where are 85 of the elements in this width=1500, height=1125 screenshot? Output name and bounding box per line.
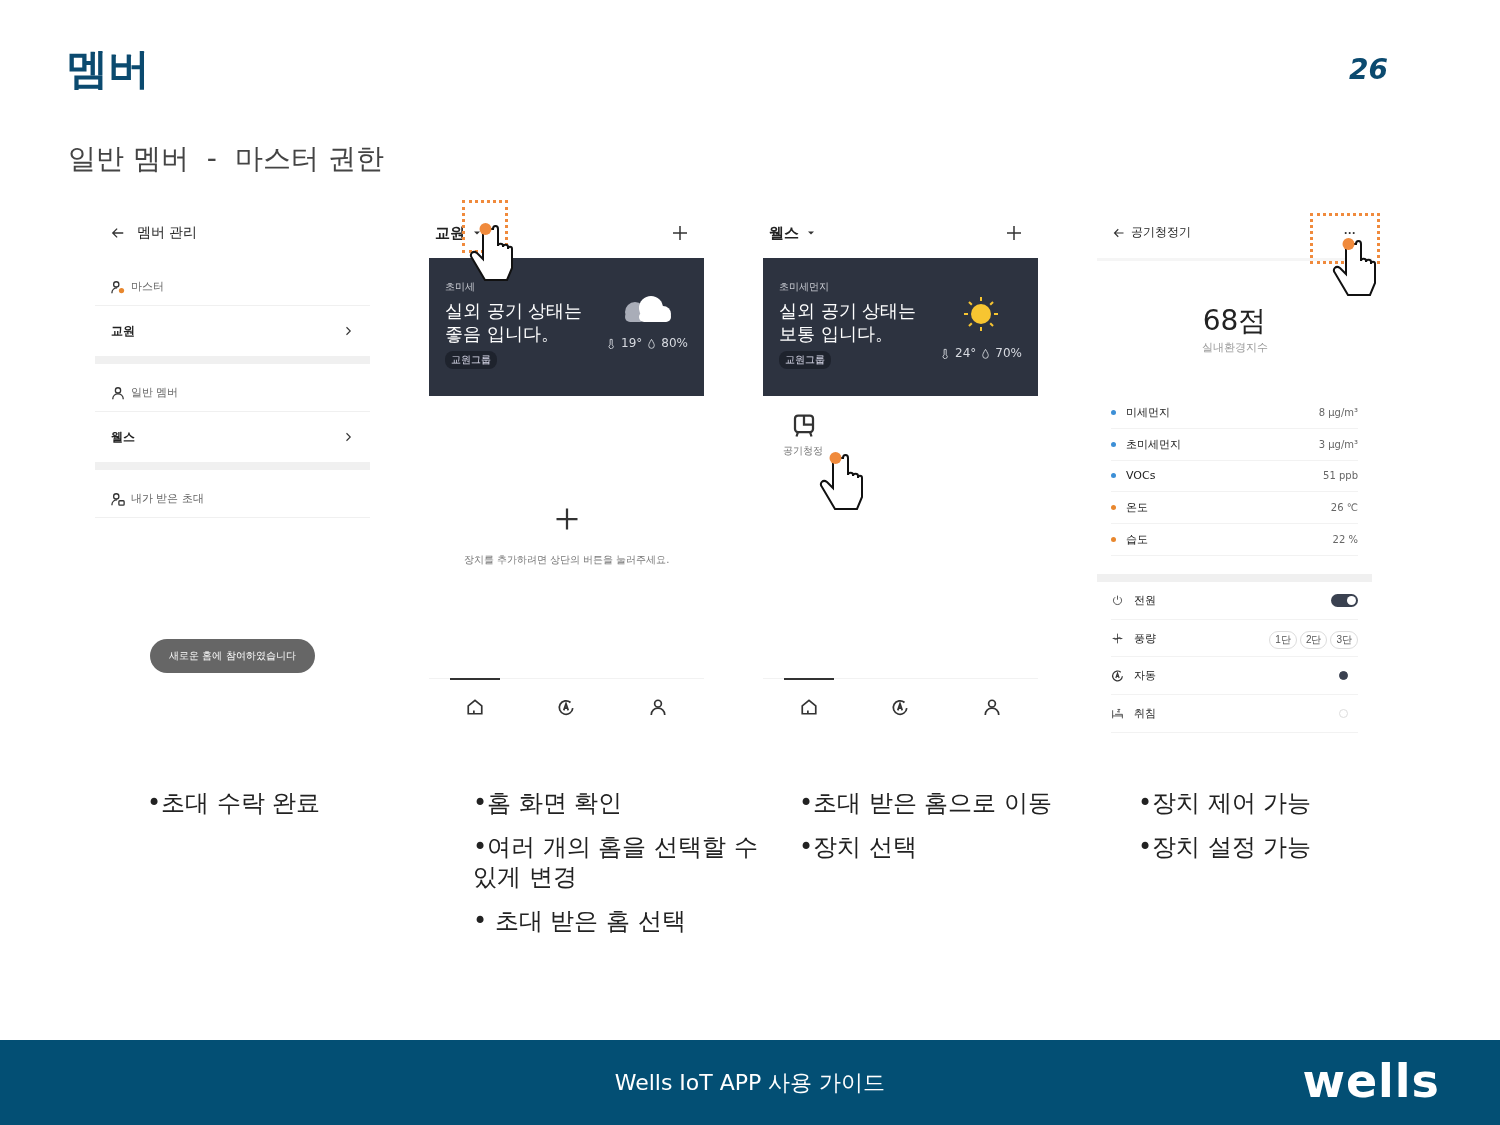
person-gear-icon [111,279,125,294]
level-option[interactable]: 1단 [1269,630,1297,649]
bullet-note: •초대 받은 홈으로 이동 [799,788,1054,818]
footer-text: Wells IoT APP 사용 가이드 [614,1068,886,1097]
page-title: 멤버 [66,43,150,95]
home-name: 웰스 [111,428,135,446]
person-mail-icon [111,491,125,506]
device-tile[interactable]: 공기청정 [783,414,878,519]
home-icon [799,697,818,716]
add-device-button[interactable] [554,507,579,531]
power-icon [1111,593,1124,607]
back-arrow-icon [111,226,125,240]
level-option[interactable]: 2단 [1299,630,1328,649]
dust-label: 초미세먼지 [779,280,830,294]
score-label: 실내환경지수 [1201,340,1268,356]
plus-icon [554,507,579,531]
reading-label: 온도 [1126,500,1149,516]
level-option[interactable]: 3단 [1330,630,1358,649]
reading-value: 3 μg/m³ [1318,438,1358,450]
bed-icon [1111,707,1124,721]
auto-mode-icon [1111,669,1124,683]
reading-label: VOCs [1126,469,1157,483]
auto-mode-icon [557,697,576,716]
air-purifier-icon [792,414,816,438]
home-selector[interactable]: 웰스 [769,223,799,243]
humidity: 70% [995,346,1022,360]
sun-icon [961,294,1001,334]
screen-title: 공기청정기 [1131,224,1191,242]
device-name: 공기청정 [783,444,823,458]
bullet-note: •홈 화면 확인 [473,788,624,818]
temperature: 19° [621,336,643,350]
bullet-note: •장치 설정 가능 [1138,832,1313,862]
radio-button[interactable] [1339,671,1348,681]
drop-icon [980,347,992,359]
temperature: 24° [955,346,977,360]
back-arrow-icon [1113,226,1125,239]
auto-mode-icon [891,697,910,716]
person-icon [649,697,668,716]
air-status-message: 실외 공기 상태는 좋음 입니다。 [445,300,583,345]
bullet-note: • 초대 받은 홈 선택 [473,906,687,936]
home-selector[interactable]: 교원 [435,223,465,243]
bullet-note: •초대 수락 완료 [147,788,322,818]
bullet-note: •여러 개의 홈을 선택할 수 있게 변경 [473,832,759,892]
reading-value: 51 ppb [1323,470,1358,482]
empty-message: 장치를 추가하려면 상단의 버튼을 눌러주세요. [463,553,670,567]
score-value: 68점 [1202,303,1267,340]
reading-label: 습도 [1126,532,1149,548]
control-label: 풍량 [1134,630,1157,646]
reading-value: 26 ℃ [1330,502,1358,514]
group-tag: 교원그룹 [445,351,497,369]
section-label: 내가 받은 초대 [131,491,204,506]
toast-message: 새로운 홈에 참여하였습니다 [150,639,315,673]
person-icon [111,385,125,400]
bullet-note: •장치 제어 가능 [1138,788,1313,818]
page-number: 26 [1349,52,1388,86]
home-list-item[interactable]: 웰스 [95,412,370,462]
add-button[interactable] [1006,225,1022,241]
reading-value: 8 μg/m³ [1318,406,1358,418]
humidity: 80% [661,336,688,350]
more-menu-button[interactable]: ··· [1344,225,1356,240]
brand-logo: wells [1302,1054,1440,1108]
control-label: 취침 [1134,706,1157,722]
bullet-note: •장치 선택 [799,832,918,862]
screen-title: 멤버 관리 [137,224,198,242]
fan-icon [1111,631,1124,645]
control-label: 자동 [1134,668,1157,684]
plus-icon [672,225,688,241]
person-icon [983,697,1002,716]
plus-icon [1006,225,1022,241]
reading-label: 초미세먼지 [1126,436,1182,452]
drop-icon [646,337,658,349]
reading-value: 22 % [1332,534,1358,546]
air-status-message: 실외 공기 상태는 보통 입니다。 [779,300,917,345]
reading-label: 미세먼지 [1126,404,1171,420]
section-label: 일반 멤버 [131,385,179,400]
section-label: 마스터 [131,279,164,294]
group-tag: 교원그룹 [779,351,831,369]
home-icon [465,697,484,716]
control-label: 전원 [1134,592,1157,608]
power-switch[interactable] [1331,593,1358,607]
home-list-item[interactable]: 교원 [95,306,370,356]
section-subtitle: 일반 멤버 - 마스터 권한 [67,141,385,177]
home-name: 교원 [111,322,135,340]
add-button[interactable] [672,225,688,241]
dust-label: 초미세 [445,280,476,294]
